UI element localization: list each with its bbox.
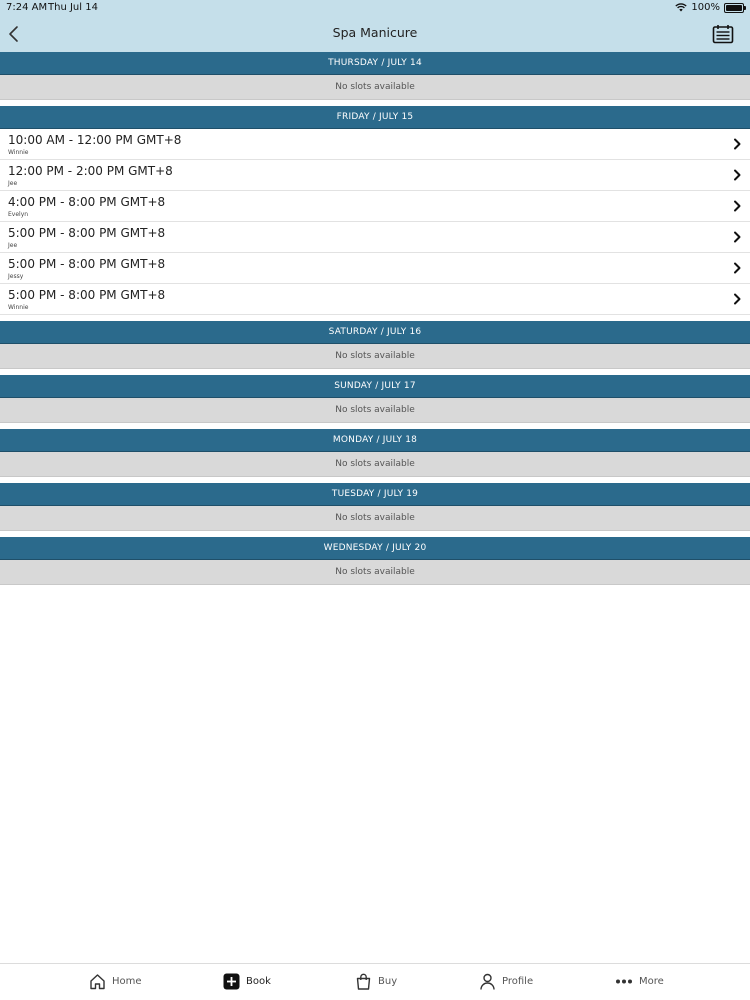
slot-time: 4:00 PM - 8:00 PM GMT+8	[8, 195, 166, 209]
wifi-icon	[675, 3, 688, 12]
tab-profile[interactable]: Profile	[479, 973, 533, 990]
tab-book[interactable]: Book	[223, 973, 271, 990]
nav-bar: Spa Manicure	[0, 16, 750, 52]
tab-book-label: Book	[246, 976, 271, 987]
chevron-right-icon	[734, 138, 741, 150]
chevron-right-icon	[734, 293, 741, 305]
day-section: FRIDAY / JULY 15 10:00 AM - 12:00 PM GMT+…	[0, 106, 750, 315]
shopping-bag-icon	[356, 973, 371, 990]
time-slot-row[interactable]: 5:00 PM - 8:00 PM GMT+8 Jee	[0, 222, 750, 253]
slot-time: 10:00 AM - 12:00 PM GMT+8	[8, 133, 182, 147]
tab-home-label: Home	[112, 976, 142, 987]
day-header: SUNDAY / JULY 17	[0, 375, 750, 398]
status-date: Thu Jul 14	[48, 2, 98, 13]
battery-icon	[724, 2, 746, 13]
no-slots-message: No slots available	[0, 506, 750, 531]
day-header: THURSDAY / JULY 14	[0, 52, 750, 75]
status-bar: 7:24 AM Thu Jul 14 100%	[0, 0, 750, 16]
calendar-icon[interactable]	[712, 24, 734, 44]
slot-staff-name: Winnie	[8, 149, 29, 156]
day-section: SATURDAY / JULY 16 No slots available	[0, 321, 750, 369]
time-slot-row[interactable]: 10:00 AM - 12:00 PM GMT+8 Winnie	[0, 129, 750, 160]
battery-percent: 100%	[691, 2, 720, 13]
slot-staff-name: Evelyn	[8, 211, 29, 218]
no-slots-message: No slots available	[0, 560, 750, 585]
page-title: Spa Manicure	[332, 25, 418, 40]
day-header: SATURDAY / JULY 16	[0, 321, 750, 344]
slot-time: 5:00 PM - 8:00 PM GMT+8	[8, 257, 166, 271]
schedule-list: THURSDAY / JULY 14 No slots available FRID…	[0, 52, 750, 591]
day-section: WEDNESDAY / JULY 20 No slots available	[0, 537, 750, 585]
no-slots-message: No slots available	[0, 75, 750, 100]
day-section: MONDAY / JULY 18 No slots available	[0, 429, 750, 477]
chevron-right-icon	[734, 262, 741, 274]
slot-staff-name: Winnie	[8, 304, 29, 311]
no-slots-message: No slots available	[0, 344, 750, 369]
chevron-right-icon	[734, 200, 741, 212]
slot-staff-name: Jee	[8, 180, 18, 187]
status-time: 7:24 AM	[6, 2, 48, 13]
time-slot-row[interactable]: 12:00 PM - 2:00 PM GMT+8 Jee	[0, 160, 750, 191]
slot-time: 5:00 PM - 8:00 PM GMT+8	[8, 226, 166, 240]
day-section: SUNDAY / JULY 17 No slots available	[0, 375, 750, 423]
day-header: MONDAY / JULY 18	[0, 429, 750, 452]
tab-bar: Home Book Buy Profile More	[0, 963, 750, 1000]
slot-time: 5:00 PM - 8:00 PM GMT+8	[8, 288, 166, 302]
tab-buy[interactable]: Buy	[355, 973, 397, 990]
day-header: WEDNESDAY / JULY 20	[0, 537, 750, 560]
time-slot-row[interactable]: 4:00 PM - 8:00 PM GMT+8 Evelyn	[0, 191, 750, 222]
time-slot-row[interactable]: 5:00 PM - 8:00 PM GMT+8 Jessy	[0, 253, 750, 284]
slot-staff-name: Jessy	[8, 273, 24, 280]
chevron-right-icon	[734, 231, 741, 243]
ellipsis-icon	[616, 979, 632, 984]
tab-home[interactable]: Home	[89, 973, 142, 990]
tab-profile-label: Profile	[502, 976, 534, 987]
tab-buy-label: Buy	[378, 976, 398, 987]
no-slots-message: No slots available	[0, 398, 750, 423]
time-slot-row[interactable]: 5:00 PM - 8:00 PM GMT+8 Winnie	[0, 284, 750, 315]
tab-more[interactable]: More	[615, 973, 664, 990]
day-section: THURSDAY / JULY 14 No slots available	[0, 52, 750, 100]
day-section: TUESDAY / JULY 19 No slots available	[0, 483, 750, 531]
status-right: 100%	[675, 2, 746, 13]
plus-square-icon	[223, 973, 240, 990]
tab-more-label: More	[639, 976, 664, 987]
slot-time: 12:00 PM - 2:00 PM GMT+8	[8, 164, 173, 178]
person-icon	[480, 973, 495, 990]
no-slots-message: No slots available	[0, 452, 750, 477]
day-header: TUESDAY / JULY 19	[0, 483, 750, 506]
home-icon	[90, 974, 105, 990]
day-header: FRIDAY / JULY 15	[0, 106, 750, 129]
chevron-right-icon	[734, 169, 741, 181]
slot-staff-name: Jee	[8, 242, 18, 249]
